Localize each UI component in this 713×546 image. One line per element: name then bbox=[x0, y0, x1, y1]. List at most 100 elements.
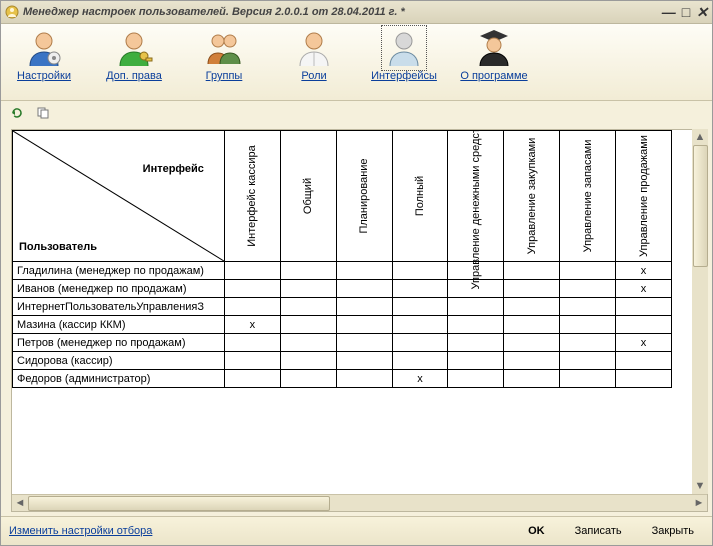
ok-button[interactable]: OK bbox=[518, 522, 555, 540]
grid-cell[interactable] bbox=[616, 316, 672, 334]
grid-cell[interactable] bbox=[392, 298, 448, 316]
grid-cell[interactable] bbox=[504, 280, 560, 298]
grid-cell[interactable] bbox=[560, 280, 616, 298]
grid-cell[interactable] bbox=[336, 334, 392, 352]
grid-cell[interactable] bbox=[224, 352, 280, 370]
grid-cell[interactable] bbox=[280, 298, 336, 316]
copy-button[interactable] bbox=[33, 103, 53, 123]
filter-settings-link[interactable]: Изменить настройки отбора bbox=[9, 525, 152, 537]
scroll-right-icon[interactable]: ► bbox=[691, 495, 707, 511]
grid-cell[interactable]: x bbox=[392, 370, 448, 388]
grid-cell[interactable] bbox=[224, 262, 280, 280]
close-window-button[interactable]: Закрыть bbox=[642, 522, 704, 540]
grid-cell[interactable] bbox=[280, 262, 336, 280]
grid-cell[interactable] bbox=[504, 334, 560, 352]
grid-cell[interactable] bbox=[392, 316, 448, 334]
grid-cell[interactable]: x bbox=[616, 334, 672, 352]
column-header[interactable]: Интерфейс кассира bbox=[224, 131, 280, 262]
grid-cell[interactable]: x bbox=[616, 280, 672, 298]
grid-cell[interactable] bbox=[504, 298, 560, 316]
table-row[interactable]: Гладилина (менеджер по продажам) x bbox=[13, 262, 672, 280]
grid-cell[interactable] bbox=[616, 298, 672, 316]
grid-cell[interactable] bbox=[448, 370, 504, 388]
grid-cell[interactable] bbox=[560, 262, 616, 280]
grid-cell[interactable] bbox=[280, 352, 336, 370]
grid-cell[interactable] bbox=[280, 316, 336, 334]
grid-cell[interactable] bbox=[560, 298, 616, 316]
toolbar-extra-rights[interactable]: Доп. права bbox=[99, 28, 169, 82]
corner-header: Интерфейс Пользователь bbox=[13, 131, 225, 262]
grid-cell[interactable] bbox=[560, 370, 616, 388]
grid-cell[interactable]: x bbox=[224, 316, 280, 334]
grid-cell[interactable] bbox=[616, 352, 672, 370]
table-row[interactable]: Иванов (менеджер по продажам)x bbox=[13, 280, 672, 298]
grid-cell[interactable] bbox=[392, 280, 448, 298]
main-toolbar: Настройки Доп. права Группы Роли Интерфе… bbox=[1, 24, 712, 101]
grid-cell[interactable] bbox=[224, 334, 280, 352]
close-button[interactable]: ✕ bbox=[696, 4, 708, 21]
table-row[interactable]: Федоров (администратор)x bbox=[13, 370, 672, 388]
toolbar-roles[interactable]: Роли bbox=[279, 28, 349, 82]
scroll-thumb[interactable] bbox=[693, 145, 708, 267]
grid-cell[interactable]: x bbox=[616, 262, 672, 280]
grid-cell[interactable] bbox=[504, 262, 560, 280]
grid-cell[interactable] bbox=[392, 262, 448, 280]
grid-cell[interactable] bbox=[448, 298, 504, 316]
scroll-thumb[interactable] bbox=[28, 496, 330, 511]
corner-bottom-label: Пользователь bbox=[19, 241, 97, 253]
grid-cell[interactable] bbox=[280, 280, 336, 298]
minimize-button[interactable]: — bbox=[662, 4, 676, 21]
scroll-down-icon[interactable]: ▼ bbox=[692, 478, 708, 494]
table-row[interactable]: ИнтернетПользовательУправленияЗ bbox=[13, 298, 672, 316]
scroll-left-icon[interactable]: ◄ bbox=[12, 495, 28, 511]
scroll-up-icon[interactable]: ▲ bbox=[692, 129, 708, 145]
toolbar-groups[interactable]: Группы bbox=[189, 28, 259, 82]
grid-cell[interactable] bbox=[448, 316, 504, 334]
grid-cell[interactable] bbox=[336, 316, 392, 334]
user-gear-icon bbox=[24, 28, 64, 68]
grid-cell[interactable] bbox=[336, 352, 392, 370]
grid-cell[interactable] bbox=[336, 262, 392, 280]
table-area[interactable]: Интерфейс Пользователь Интерфейс кассира… bbox=[12, 130, 707, 494]
grid-cell[interactable] bbox=[336, 280, 392, 298]
save-button[interactable]: Записать bbox=[565, 522, 632, 540]
table-row[interactable]: Мазина (кассир ККМ)x bbox=[13, 316, 672, 334]
column-header[interactable]: Планирование bbox=[336, 131, 392, 262]
grid-cell[interactable] bbox=[504, 352, 560, 370]
user-graduate-icon bbox=[474, 28, 514, 68]
grid-cell[interactable] bbox=[392, 334, 448, 352]
grid-cell[interactable] bbox=[336, 298, 392, 316]
column-header[interactable]: Управление закупками bbox=[504, 131, 560, 262]
column-header[interactable]: Полный bbox=[392, 131, 448, 262]
grid-cell[interactable] bbox=[224, 280, 280, 298]
column-header[interactable]: Управление продажами bbox=[616, 131, 672, 262]
column-header[interactable]: Управление денежными средствами bbox=[448, 131, 504, 262]
vertical-scrollbar[interactable]: ▲ ▼ bbox=[692, 129, 708, 494]
grid-cell[interactable] bbox=[224, 370, 280, 388]
grid-cell[interactable] bbox=[336, 370, 392, 388]
grid-cell[interactable] bbox=[392, 352, 448, 370]
grid-cell[interactable] bbox=[448, 334, 504, 352]
column-header[interactable]: Общий bbox=[280, 131, 336, 262]
toolbar-interfaces[interactable]: Интерфейсы bbox=[369, 28, 439, 82]
horizontal-scrollbar[interactable]: ◄ ► bbox=[12, 494, 707, 511]
refresh-button[interactable] bbox=[7, 103, 27, 123]
interfaces-grid: Интерфейс Пользователь Интерфейс кассира… bbox=[12, 130, 672, 388]
grid-cell[interactable] bbox=[616, 370, 672, 388]
grid-cell[interactable] bbox=[224, 298, 280, 316]
toolbar-settings[interactable]: Настройки bbox=[9, 28, 79, 82]
grid-cell[interactable] bbox=[448, 352, 504, 370]
maximize-button[interactable]: □ bbox=[682, 4, 690, 21]
grid-cell[interactable] bbox=[504, 370, 560, 388]
grid-cell[interactable] bbox=[504, 316, 560, 334]
grid-cell[interactable] bbox=[280, 334, 336, 352]
grid-cell[interactable] bbox=[560, 316, 616, 334]
grid-cell[interactable] bbox=[560, 334, 616, 352]
grid-cell[interactable] bbox=[280, 370, 336, 388]
table-row[interactable]: Петров (менеджер по продажам)x bbox=[13, 334, 672, 352]
grid-cell[interactable] bbox=[560, 352, 616, 370]
row-label: Гладилина (менеджер по продажам) bbox=[13, 262, 225, 280]
column-header[interactable]: Управление запасами bbox=[560, 131, 616, 262]
toolbar-about[interactable]: О программе bbox=[459, 28, 529, 82]
table-row[interactable]: Сидорова (кассир) bbox=[13, 352, 672, 370]
